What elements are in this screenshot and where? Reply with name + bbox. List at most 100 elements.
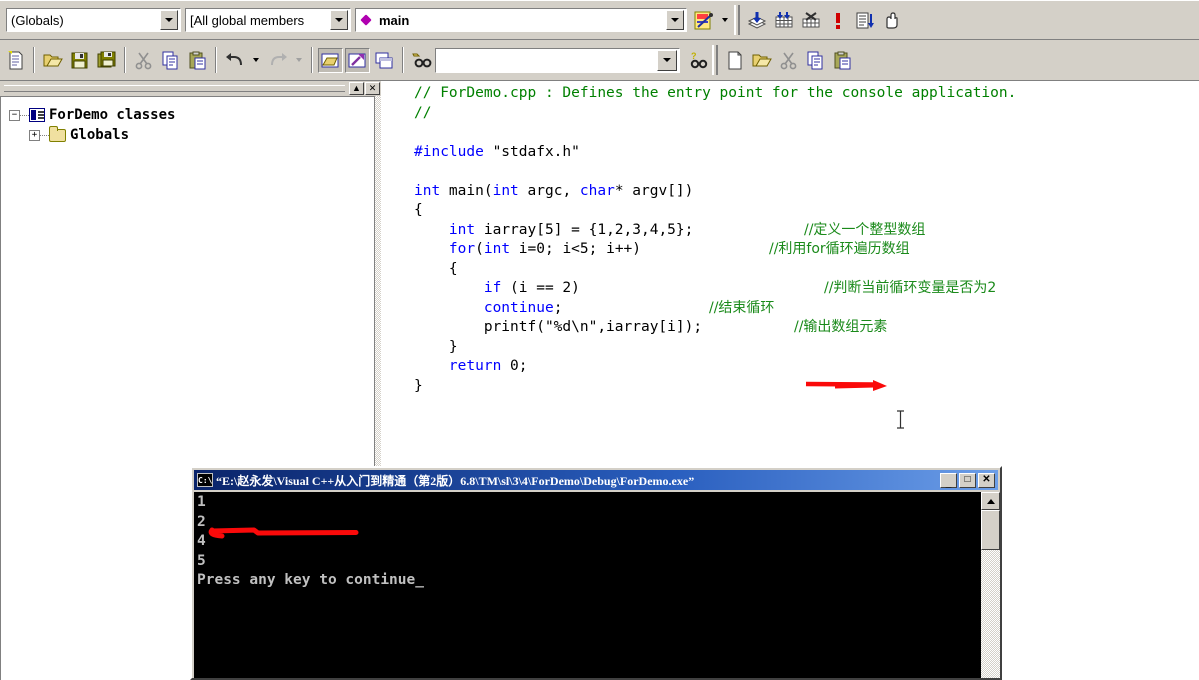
stop-build-button[interactable] — [798, 8, 823, 33]
console-output-window[interactable]: C:\ “E:\赵永发\Visual C++从入门到精通（第2版）6.8\TM\… — [190, 466, 1002, 680]
code-token: 0; — [501, 358, 528, 374]
wizardbar-dropdown-button[interactable] — [718, 8, 732, 33]
members-combo-arrow[interactable] — [330, 10, 348, 30]
cut-button[interactable] — [131, 48, 156, 73]
pane-minimize-button[interactable]: ▲ — [349, 82, 364, 95]
code-token: return — [448, 358, 502, 374]
workspace-button[interactable] — [318, 47, 343, 73]
code-token: printf("%d\n",iarray[i]); — [414, 319, 703, 335]
code-token: if — [483, 280, 502, 296]
symbol-combo-arrow[interactable] — [666, 10, 684, 30]
new-button[interactable] — [722, 48, 747, 73]
console-close-button[interactable]: ✕ — [978, 472, 995, 488]
code-line: // — [414, 104, 1016, 124]
code-token: #include — [414, 143, 484, 160]
code-token: char — [579, 182, 615, 199]
code-token: ( — [475, 241, 484, 257]
code-line: } — [414, 377, 1016, 397]
expander-icon[interactable]: + — [29, 129, 40, 141]
code-token: } — [414, 377, 423, 394]
redo-dropdown-button[interactable] — [292, 48, 306, 73]
code-line: int main(int argc, char* argv[]) — [414, 182, 1016, 202]
redo-button[interactable] — [265, 48, 290, 73]
code-token: i=0; i<5; i++) — [510, 241, 642, 257]
cmd-prompt-icon: C:\ — [197, 473, 213, 487]
go-button[interactable] — [852, 8, 877, 33]
console-minimize-button[interactable]: _ — [940, 472, 957, 488]
code-line: } — [414, 338, 1016, 358]
code-token: int — [448, 221, 476, 238]
window-list-button[interactable] — [372, 48, 397, 73]
code-comment-cn: //利用for循环遍历数组 — [769, 241, 910, 257]
code-line: continue; //结束循环 — [414, 299, 1016, 319]
scrollbar-thumb[interactable] — [981, 510, 1000, 550]
tree-connector — [40, 134, 49, 136]
tree-item-label: ForDemo classes — [49, 107, 176, 123]
open-button[interactable] — [40, 48, 65, 73]
code-line: // ForDemo.cpp : Defines the entry point… — [414, 84, 1016, 104]
find-combo[interactable] — [435, 47, 680, 73]
tree-item-globals[interactable]: + Globals — [9, 125, 374, 145]
output-window-button[interactable] — [345, 47, 370, 73]
insert-breakpoint-button[interactable] — [879, 8, 904, 33]
save-all-button[interactable] — [94, 48, 119, 73]
console-scrollbar[interactable] — [981, 492, 1000, 678]
copy-button[interactable] — [158, 48, 183, 73]
vc6-ide-window: (Globals) [All global members main ? ▲ ✕… — [0, 0, 1199, 680]
code-token: } — [414, 338, 458, 355]
find-in-files-button[interactable] — [409, 48, 434, 73]
open2-button[interactable] — [749, 48, 774, 73]
undo-dropdown-button[interactable] — [249, 48, 263, 73]
console-text-area[interactable]: 1 2 4 5 Press any key to continue_ — [194, 492, 981, 678]
symbol-combo[interactable]: main — [355, 8, 687, 32]
cut2-button[interactable] — [776, 48, 801, 73]
paste2-button[interactable] — [830, 48, 855, 73]
code-line: for(int i=0; i<5; i++) //利用for循环遍历数组 — [414, 240, 1016, 260]
execute-program-button[interactable] — [825, 8, 850, 33]
code-line: { — [414, 260, 1016, 280]
source-code[interactable]: // ForDemo.cpp : Defines the entry point… — [414, 84, 1016, 396]
find-help-button[interactable]: ? — [685, 48, 710, 73]
wizardbar-button[interactable] — [691, 8, 716, 33]
console-maximize-button[interactable]: □ — [959, 472, 976, 488]
code-comment-cn: //输出数组元素 — [794, 319, 888, 335]
console-line: Press any key to continue_ — [197, 572, 424, 588]
copy2-button[interactable] — [803, 48, 828, 73]
classes-icon — [29, 108, 45, 122]
code-token: "stdafx.h" — [483, 143, 580, 160]
build-button[interactable] — [771, 8, 796, 33]
code-token: * argv[]) — [614, 182, 694, 199]
expander-icon[interactable]: − — [9, 109, 20, 121]
workspace-pane-titlebar[interactable]: ▲ ✕ — [0, 81, 381, 96]
code-token: main( — [440, 182, 493, 199]
scope-combo-arrow[interactable] — [160, 10, 178, 30]
tree-item-fordemo-classes[interactable]: − ForDemo classes — [9, 105, 374, 125]
tree-item-label: Globals — [70, 127, 130, 143]
new-text-file-button[interactable] — [3, 48, 28, 73]
code-token: ; — [553, 299, 563, 316]
scroll-up-button[interactable] — [981, 492, 1000, 510]
scope-combo[interactable]: (Globals) — [6, 8, 181, 32]
code-token: int — [414, 182, 441, 199]
compile-button[interactable] — [744, 8, 769, 33]
undo-button[interactable] — [222, 48, 247, 73]
paste-button[interactable] — [185, 48, 210, 73]
code-line: int iarray[5] = {1,2,3,4,5}; //定义一个整型数组 — [414, 221, 1016, 241]
code-line: #include "stdafx.h" — [414, 143, 1016, 163]
code-comment-cn: //定义一个整型数组 — [804, 221, 926, 238]
pane-drag-lines — [4, 85, 345, 92]
members-combo[interactable]: [All global members — [185, 8, 351, 32]
code-token: // — [414, 104, 432, 121]
standard-toolbar: ? — [0, 40, 1199, 81]
save-button[interactable] — [67, 48, 92, 73]
pane-close-button[interactable]: ✕ — [365, 82, 380, 95]
toolbar-grip-2[interactable] — [712, 45, 718, 75]
find-combo-arrow[interactable] — [657, 49, 677, 71]
toolbar-grip[interactable] — [734, 5, 740, 35]
console-titlebar[interactable]: C:\ “E:\赵永发\Visual C++从入门到精通（第2版）6.8\TM\… — [194, 470, 998, 490]
